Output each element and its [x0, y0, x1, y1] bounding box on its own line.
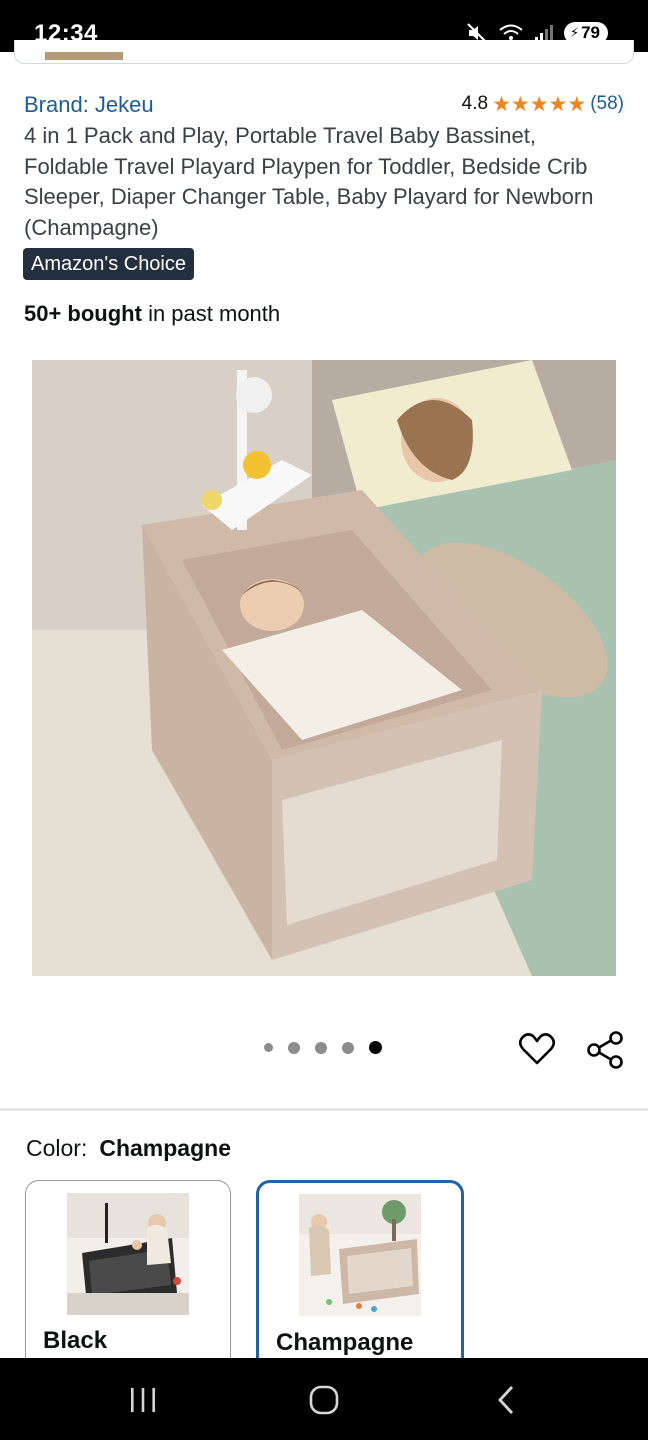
recent-apps-icon	[131, 1388, 155, 1412]
back-button[interactable]	[484, 1378, 528, 1422]
product-photo	[32, 360, 616, 976]
product-title: 4 in 1 Pack and Play, Portable Travel Ba…	[24, 123, 594, 240]
brand-rating-row: Brand: Jekeu 4.8 ★ ★ ★ ★ ★ (58)	[24, 92, 626, 122]
previous-card-edge	[14, 40, 634, 64]
share-icon[interactable]	[585, 1030, 625, 1070]
section-divider	[0, 1108, 648, 1111]
star-icon: ★	[567, 92, 587, 116]
star-icon: ★	[492, 92, 511, 116]
color-selected-value: Champagne	[99, 1135, 231, 1161]
previous-card-thumbnail	[45, 52, 123, 60]
color-label: Color:	[26, 1135, 88, 1161]
star-icon: ★	[529, 92, 549, 116]
rating-value: 4.8	[461, 93, 489, 114]
home-button[interactable]	[302, 1378, 346, 1422]
carousel-dots	[264, 1041, 382, 1054]
color-option-champagne[interactable]: Champagne	[256, 1180, 464, 1380]
rating-summary[interactable]: 4.8 ★ ★ ★ ★ ★ (58)	[462, 93, 624, 115]
carousel-dot[interactable]	[342, 1041, 354, 1054]
color-option-thumbnail	[299, 1194, 421, 1316]
product-image[interactable]	[32, 360, 616, 976]
bought-in-past-month: 50+ bought in past month	[24, 301, 280, 327]
amazons-choice-badge: Amazon's Choice	[23, 248, 194, 280]
champagne-crib-thumbnail	[299, 1194, 421, 1316]
star-rating: ★ ★ ★ ★ ★	[492, 94, 586, 115]
star-icon: ★	[510, 92, 530, 116]
color-option-thumbnail	[67, 1193, 189, 1315]
color-selection-header: Color: Champagne	[26, 1135, 231, 1162]
carousel-dot-active[interactable]	[369, 1041, 382, 1054]
star-icon: ★	[548, 92, 568, 116]
recent-apps-button[interactable]	[121, 1378, 165, 1422]
back-icon	[498, 1386, 514, 1414]
system-nav-bar	[0, 1358, 648, 1440]
carousel-dot[interactable]	[315, 1041, 327, 1054]
carousel-dot[interactable]	[288, 1041, 300, 1054]
black-crib-thumbnail	[67, 1193, 189, 1315]
heart-icon[interactable]	[518, 1030, 556, 1068]
color-option-label: Champagne	[276, 1329, 414, 1356]
home-icon	[309, 1385, 339, 1415]
rating-count: (58)	[590, 93, 624, 114]
color-option-label: Black	[43, 1327, 108, 1354]
bought-suffix: in past month	[141, 301, 281, 326]
carousel-dot[interactable]	[264, 1043, 273, 1052]
color-option-black[interactable]: Black	[25, 1180, 231, 1380]
bought-count: 50+ bought	[24, 301, 142, 326]
brand-link[interactable]: Brand: Jekeu	[24, 92, 154, 118]
